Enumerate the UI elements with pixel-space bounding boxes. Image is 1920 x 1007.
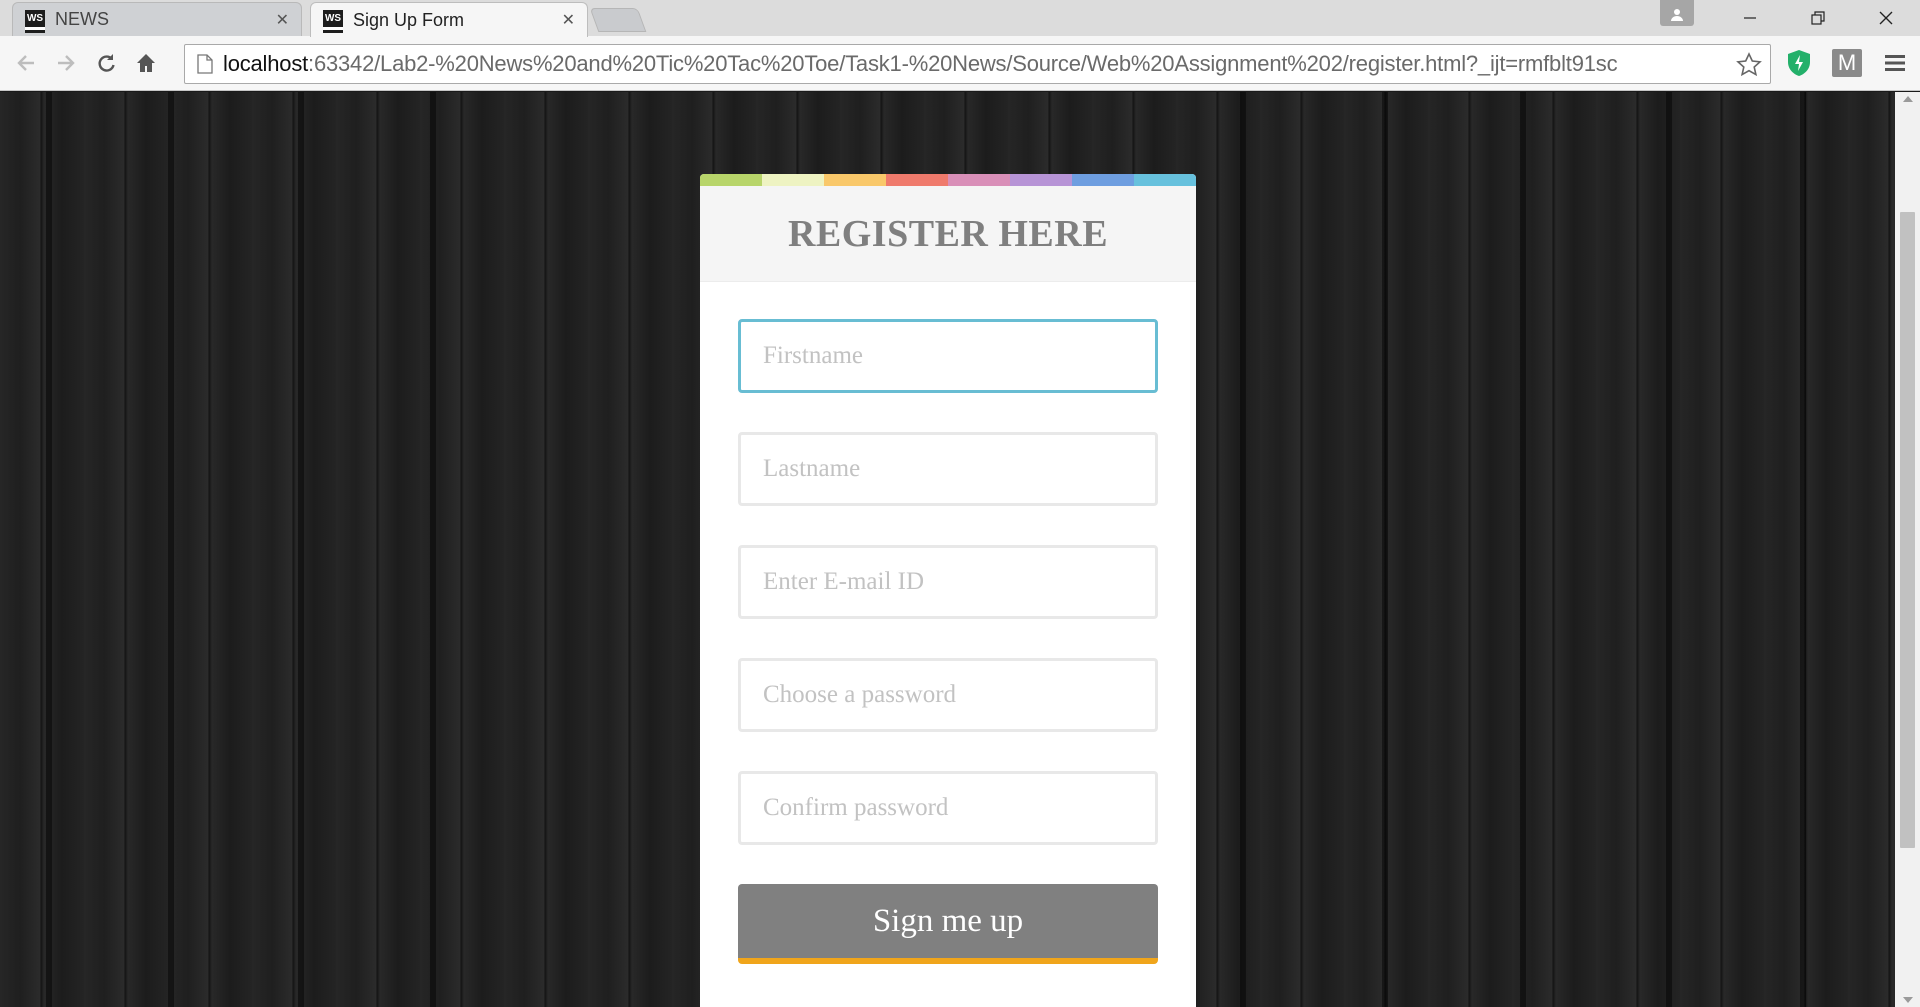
forward-button[interactable] (46, 43, 86, 83)
email-field[interactable] (738, 545, 1158, 619)
scroll-down-icon[interactable] (1903, 997, 1913, 1003)
register-card: REGISTER HERE Sign me up (700, 174, 1196, 1007)
reload-button[interactable] (86, 43, 126, 83)
page-icon (197, 54, 213, 74)
password-field[interactable] (738, 658, 1158, 732)
close-window-button[interactable] (1852, 0, 1920, 36)
reload-icon (98, 54, 115, 72)
home-icon (137, 54, 155, 72)
webstorm-icon: WS (323, 10, 343, 30)
stripe-segment (700, 174, 762, 186)
home-button[interactable] (126, 43, 166, 83)
new-tab-button[interactable] (589, 8, 647, 32)
stripe-segment (1134, 174, 1196, 186)
page-scrollbar[interactable] (1895, 92, 1920, 1007)
stripe-segment (1010, 174, 1072, 186)
extension-m-button[interactable]: M (1832, 49, 1862, 77)
back-button[interactable] (6, 43, 46, 83)
close-icon[interactable]: ✕ (276, 10, 289, 30)
restore-button[interactable] (1784, 0, 1852, 36)
extension-shield-button[interactable] (1784, 48, 1814, 78)
shield-icon (1788, 50, 1810, 76)
card-header: REGISTER HERE (700, 186, 1196, 282)
stripe-segment (886, 174, 948, 186)
back-arrow-icon (17, 55, 34, 71)
address-bar[interactable]: localhost:63342/Lab2-%20News%20and%20Tic… (184, 44, 1771, 84)
close-icon[interactable]: ✕ (562, 10, 575, 30)
sign-up-button[interactable]: Sign me up (738, 884, 1158, 964)
tab-sign-up-form[interactable]: WS Sign Up Form ✕ (310, 2, 588, 37)
person-icon (1671, 9, 1683, 21)
stripe-segment (824, 174, 886, 186)
bookmark-star-icon[interactable] (1736, 52, 1762, 78)
confirm-password-field[interactable] (738, 771, 1158, 845)
tab-label: Sign Up Form (353, 9, 465, 30)
webstorm-icon: WS (25, 9, 45, 30)
minimize-icon (1744, 17, 1756, 19)
url-text: localhost:63342/Lab2-%20News%20and%20Tic… (223, 51, 1770, 77)
chrome-menu-button[interactable] (1880, 48, 1910, 78)
page-title: REGISTER HERE (787, 212, 1109, 255)
tab-news[interactable]: WS NEWS ✕ (12, 2, 302, 36)
browser-tab-strip: WS NEWS ✕ WS Sign Up Form ✕ (0, 0, 1920, 37)
stripe-segment (762, 174, 824, 186)
forward-arrow-icon (58, 55, 75, 71)
firstname-field[interactable] (738, 319, 1158, 393)
profile-button[interactable] (1660, 0, 1694, 26)
rainbow-stripe (700, 174, 1196, 186)
tab-label: NEWS (55, 9, 109, 29)
register-form: Sign me up (700, 282, 1196, 964)
restore-icon (1811, 11, 1825, 25)
stripe-segment (948, 174, 1010, 186)
browser-toolbar: localhost:63342/Lab2-%20News%20and%20Tic… (0, 36, 1920, 91)
scrollbar-thumb[interactable] (1900, 212, 1915, 848)
minimize-button[interactable] (1716, 0, 1784, 36)
stripe-segment (1072, 174, 1134, 186)
close-icon (1879, 11, 1893, 25)
url-host: localhost (223, 51, 309, 76)
hamburger-menu-icon (1885, 55, 1905, 71)
lastname-field[interactable] (738, 432, 1158, 506)
url-path: :63342/Lab2-%20News%20and%20Tic%20Tac%20… (308, 51, 1618, 76)
scroll-up-icon[interactable] (1903, 96, 1913, 102)
